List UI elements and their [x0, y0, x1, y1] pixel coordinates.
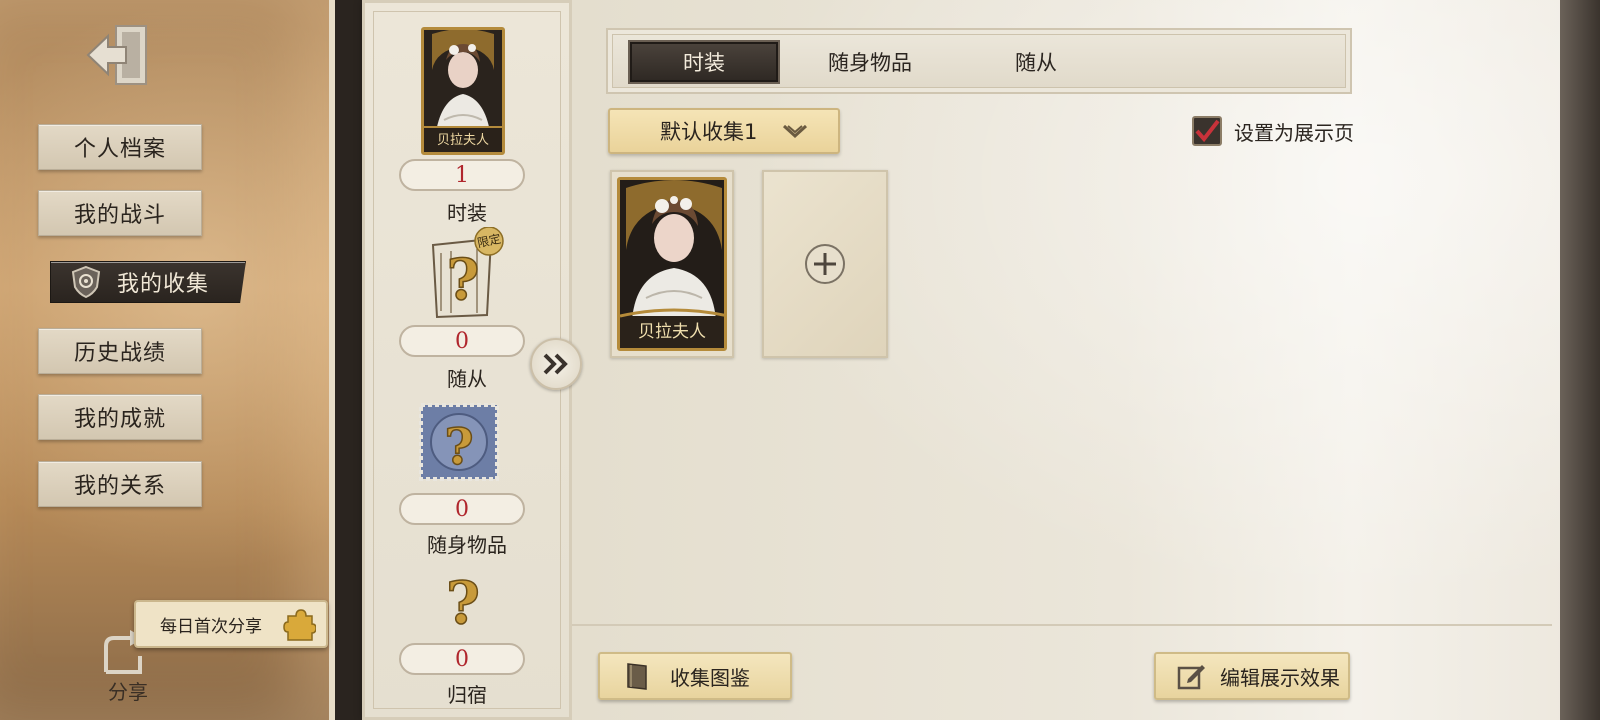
tab-label: 随从: [1015, 51, 1057, 75]
nav-item-relations[interactable]: 我的关系: [38, 461, 202, 507]
daily-share-label: 每日首次分享: [160, 616, 262, 637]
double-chevron-right-icon: [543, 353, 568, 375]
chevron-down-icon: [782, 124, 808, 139]
tab-followers[interactable]: 随从: [962, 42, 1110, 82]
tab-accessories[interactable]: 随身物品: [796, 42, 944, 82]
nav-item-achievements[interactable]: 我的成就: [38, 394, 202, 440]
nav-item-label: 个人档案: [73, 137, 166, 162]
edit-display-button[interactable]: 编辑展示效果: [1154, 652, 1350, 700]
collection-main-panel: 时装 随身物品 随从 默认收集1 设置为展示页 贝拉夫人 收集图鉴 编辑展示效果: [572, 0, 1572, 720]
edit-icon: [1177, 665, 1205, 690]
costume-card-name: 贝拉夫人: [638, 322, 706, 342]
costume-card[interactable]: 贝拉夫人: [610, 170, 734, 358]
collection-select-dropdown[interactable]: 默认收集1: [608, 108, 840, 154]
plus-circle-icon: [805, 244, 845, 284]
book-icon: [627, 663, 647, 690]
nav-item-battles[interactable]: 我的战斗: [38, 190, 202, 236]
costume-count: 1: [399, 159, 525, 191]
mystery-stamp-icon: ?: [419, 403, 499, 481]
expand-panel-button[interactable]: [530, 338, 582, 390]
category-tab-bar: 时装 随身物品 随从: [606, 28, 1352, 94]
accessory-count: 0: [399, 493, 525, 525]
share-label: 分享: [108, 680, 148, 704]
bottom-divider: [572, 624, 1552, 626]
follower-count: 0: [399, 325, 525, 357]
collection-catalog-button[interactable]: 收集图鉴: [598, 652, 792, 700]
thumbnail-card-name: 贝拉夫人: [436, 133, 489, 148]
mystery-question-icon: ?: [445, 568, 480, 638]
nav-item-profile[interactable]: 个人档案: [38, 124, 202, 170]
accessory-slot[interactable]: ?: [417, 401, 501, 483]
nav-item-label: 我的战斗: [73, 203, 166, 228]
set-as-display-checkbox[interactable]: 设置为展示页: [1192, 114, 1354, 148]
set-as-display-label: 设置为展示页: [1234, 120, 1354, 145]
right-edge-strip: [1560, 0, 1600, 720]
svg-text:?: ?: [444, 417, 473, 476]
tab-label: 时装: [683, 51, 725, 75]
collection-catalog-label: 收集图鉴: [670, 665, 750, 690]
follower-slot[interactable]: ? 限定: [421, 226, 505, 321]
costume-count-label: 时装: [447, 201, 487, 225]
daily-share-reward[interactable]: 每日首次分享: [134, 600, 328, 648]
destination-count-label: 归宿: [447, 683, 487, 707]
destination-slot[interactable]: ?: [433, 568, 493, 638]
checkmark-icon: [1195, 119, 1220, 143]
nav-item-collection[interactable]: 我的收集: [50, 261, 246, 303]
nav-item-label: 我的收集: [117, 272, 210, 297]
edit-display-label: 编辑展示效果: [1220, 665, 1340, 690]
costume-card-frame: 贝拉夫人: [617, 177, 727, 351]
accessory-count-label: 随身物品: [427, 533, 507, 557]
shield-icon: [71, 265, 101, 299]
tab-label: 随身物品: [828, 51, 912, 75]
destination-count: 0: [399, 643, 525, 675]
nav-item-label: 历史战绩: [73, 341, 166, 366]
exit-icon: [86, 25, 147, 85]
puzzle-piece-icon: [283, 609, 316, 641]
exit-button[interactable]: [86, 22, 152, 90]
nav-item-history[interactable]: 历史战绩: [38, 328, 202, 374]
nav-item-label: 我的成就: [73, 407, 166, 432]
nav-item-label: 我的关系: [73, 474, 166, 499]
collection-select-value: 默认收集1: [660, 120, 758, 144]
featured-costume-thumbnail[interactable]: 贝拉夫人: [421, 27, 505, 155]
svg-text:?: ?: [447, 247, 480, 313]
left-nav-panel: 个人档案 我的战斗 我的收集 历史战绩 我的成就 我的关系 分享 每日首次分享: [0, 0, 335, 720]
tab-costumes[interactable]: 时装: [630, 42, 778, 82]
add-card-slot[interactable]: [762, 170, 888, 358]
svg-text:?: ?: [446, 569, 480, 631]
checkbox-box: [1192, 116, 1222, 146]
